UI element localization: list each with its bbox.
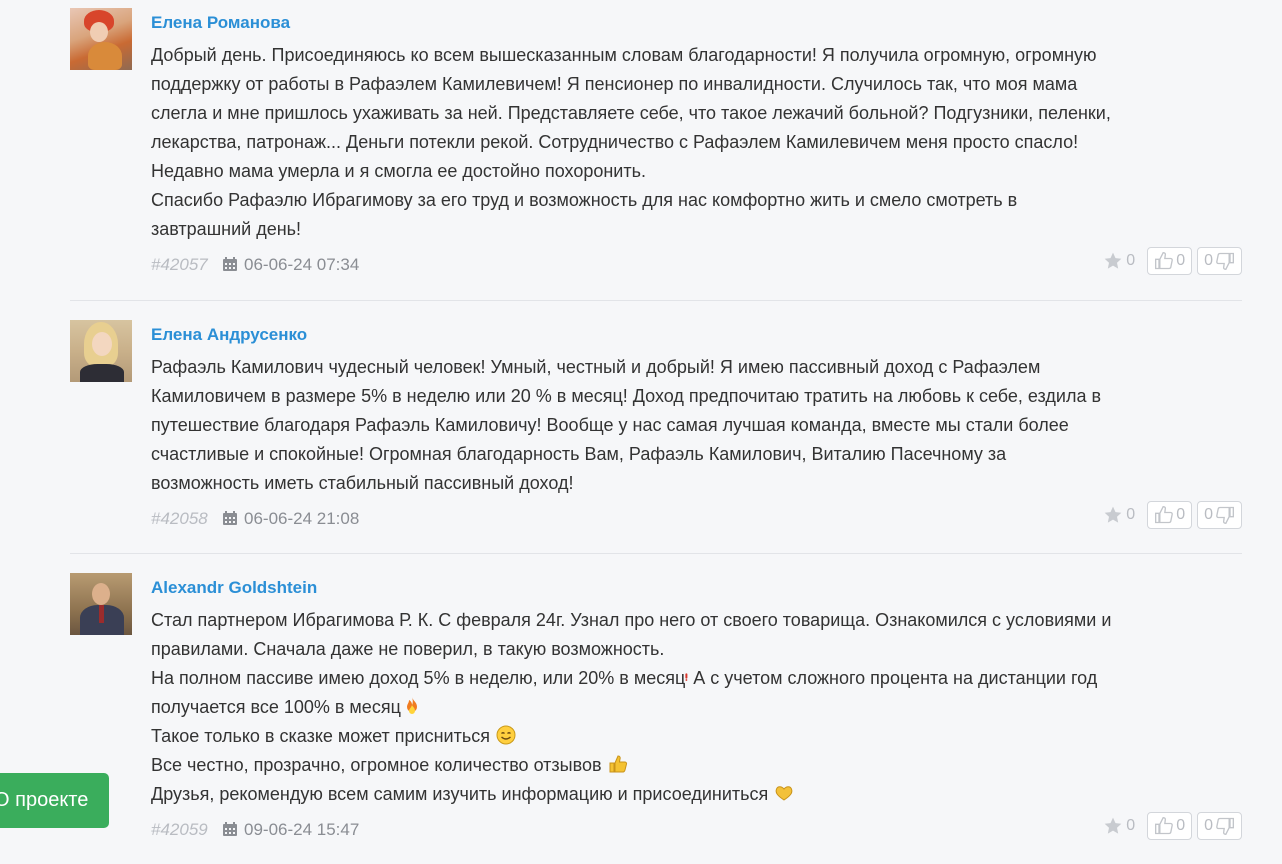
thumbs-up-emoji xyxy=(609,755,627,773)
star-icon[interactable] xyxy=(1103,251,1123,271)
like-count: 0 xyxy=(1176,506,1186,523)
avatar[interactable] xyxy=(70,320,132,382)
thumbs-up-icon xyxy=(1155,251,1174,270)
calendar-icon xyxy=(223,257,237,271)
comment-line: получается все 100% в месяц xyxy=(151,693,1242,722)
thumbs-down-icon xyxy=(1216,817,1234,836)
dislike-button[interactable]: 0 xyxy=(1197,247,1242,275)
comment-author[interactable]: Елена Андрусенко xyxy=(151,320,1242,350)
dislike-count: 0 xyxy=(1204,817,1213,834)
fire-emoji xyxy=(406,697,417,714)
comment-line: Стал партнером Ибрагимова Р. К. С феврал… xyxy=(151,610,1112,630)
comment-author[interactable]: Alexandr Goldshtein xyxy=(151,573,1242,603)
thumbs-up-icon xyxy=(1155,505,1174,524)
thumbs-down-icon xyxy=(1216,252,1234,271)
calendar-icon xyxy=(223,822,237,836)
star-icon[interactable] xyxy=(1103,816,1123,836)
star-count: 0 xyxy=(1126,506,1136,523)
star-count: 0 xyxy=(1126,252,1136,269)
comment-text: Рафаэль Камилович чудесный человек! Умны… xyxy=(151,357,1102,493)
dislike-count: 0 xyxy=(1204,506,1213,523)
dislike-button[interactable]: 0 xyxy=(1197,812,1242,840)
comment-meta: #42057 06-06-24 07:34 0 0 0 xyxy=(151,247,1242,279)
like-count: 0 xyxy=(1176,252,1186,269)
comment-actions: 0 0 0 xyxy=(1103,501,1242,529)
comment-meta: #42058 06-06-24 21:08 0 0 0 xyxy=(151,501,1242,533)
comment-actions: 0 0 0 xyxy=(1103,812,1242,840)
comment-line: правилами. Сначала даже не поверил, в та… xyxy=(151,639,665,659)
comment-text: Стал партнером Ибрагимова Р. К. С феврал… xyxy=(151,606,1242,809)
star-icon[interactable] xyxy=(1103,505,1123,525)
comment-divider xyxy=(70,553,1242,554)
comment-date: 09-06-24 15:47 xyxy=(244,820,360,839)
heart-hands-emoji xyxy=(775,786,793,801)
avatar[interactable] xyxy=(70,8,132,70)
thumbs-down-icon xyxy=(1216,506,1234,525)
comment-actions: 0 0 0 xyxy=(1103,247,1242,275)
comment-line: Друзья, рекомендую всем самим изучить ин… xyxy=(151,780,1242,809)
comment-line: На полном пассиве имею доход 5% в неделю… xyxy=(151,668,1098,688)
like-button[interactable]: 0 xyxy=(1147,247,1193,275)
comment-line: Такое только в сказке может присниться xyxy=(151,722,1242,751)
comment-line: Все честно, прозрачно, огромное количест… xyxy=(151,751,1242,780)
comment-date: 06-06-24 21:08 xyxy=(244,509,360,528)
dislike-count: 0 xyxy=(1204,252,1213,269)
avatar[interactable] xyxy=(70,573,132,635)
smile-emoji xyxy=(496,725,516,745)
reviews-page: Елена Романова Добрый день. Присоединяюс… xyxy=(0,0,1282,864)
like-count: 0 xyxy=(1176,817,1186,834)
like-button[interactable]: 0 xyxy=(1147,501,1193,529)
comment-date: 06-06-24 07:34 xyxy=(244,255,360,274)
dislike-button[interactable]: 0 xyxy=(1197,501,1242,529)
comment-divider xyxy=(70,300,1242,301)
comment-id[interactable]: #42059 xyxy=(151,820,208,840)
comment-text: Добрый день. Присоединяюсь ко всем вышес… xyxy=(151,45,1111,239)
comment-id[interactable]: #42058 xyxy=(151,509,208,529)
about-project-button[interactable]: О проекте xyxy=(0,773,109,828)
comment-meta: #42059 09-06-24 15:47 0 0 0 xyxy=(151,812,1242,844)
like-button[interactable]: 0 xyxy=(1147,812,1193,840)
thumbs-up-icon xyxy=(1155,816,1174,835)
comment-author[interactable]: Елена Романова xyxy=(151,8,1242,38)
comment-id[interactable]: #42057 xyxy=(151,255,208,275)
star-count: 0 xyxy=(1126,817,1136,834)
calendar-icon xyxy=(223,511,237,525)
